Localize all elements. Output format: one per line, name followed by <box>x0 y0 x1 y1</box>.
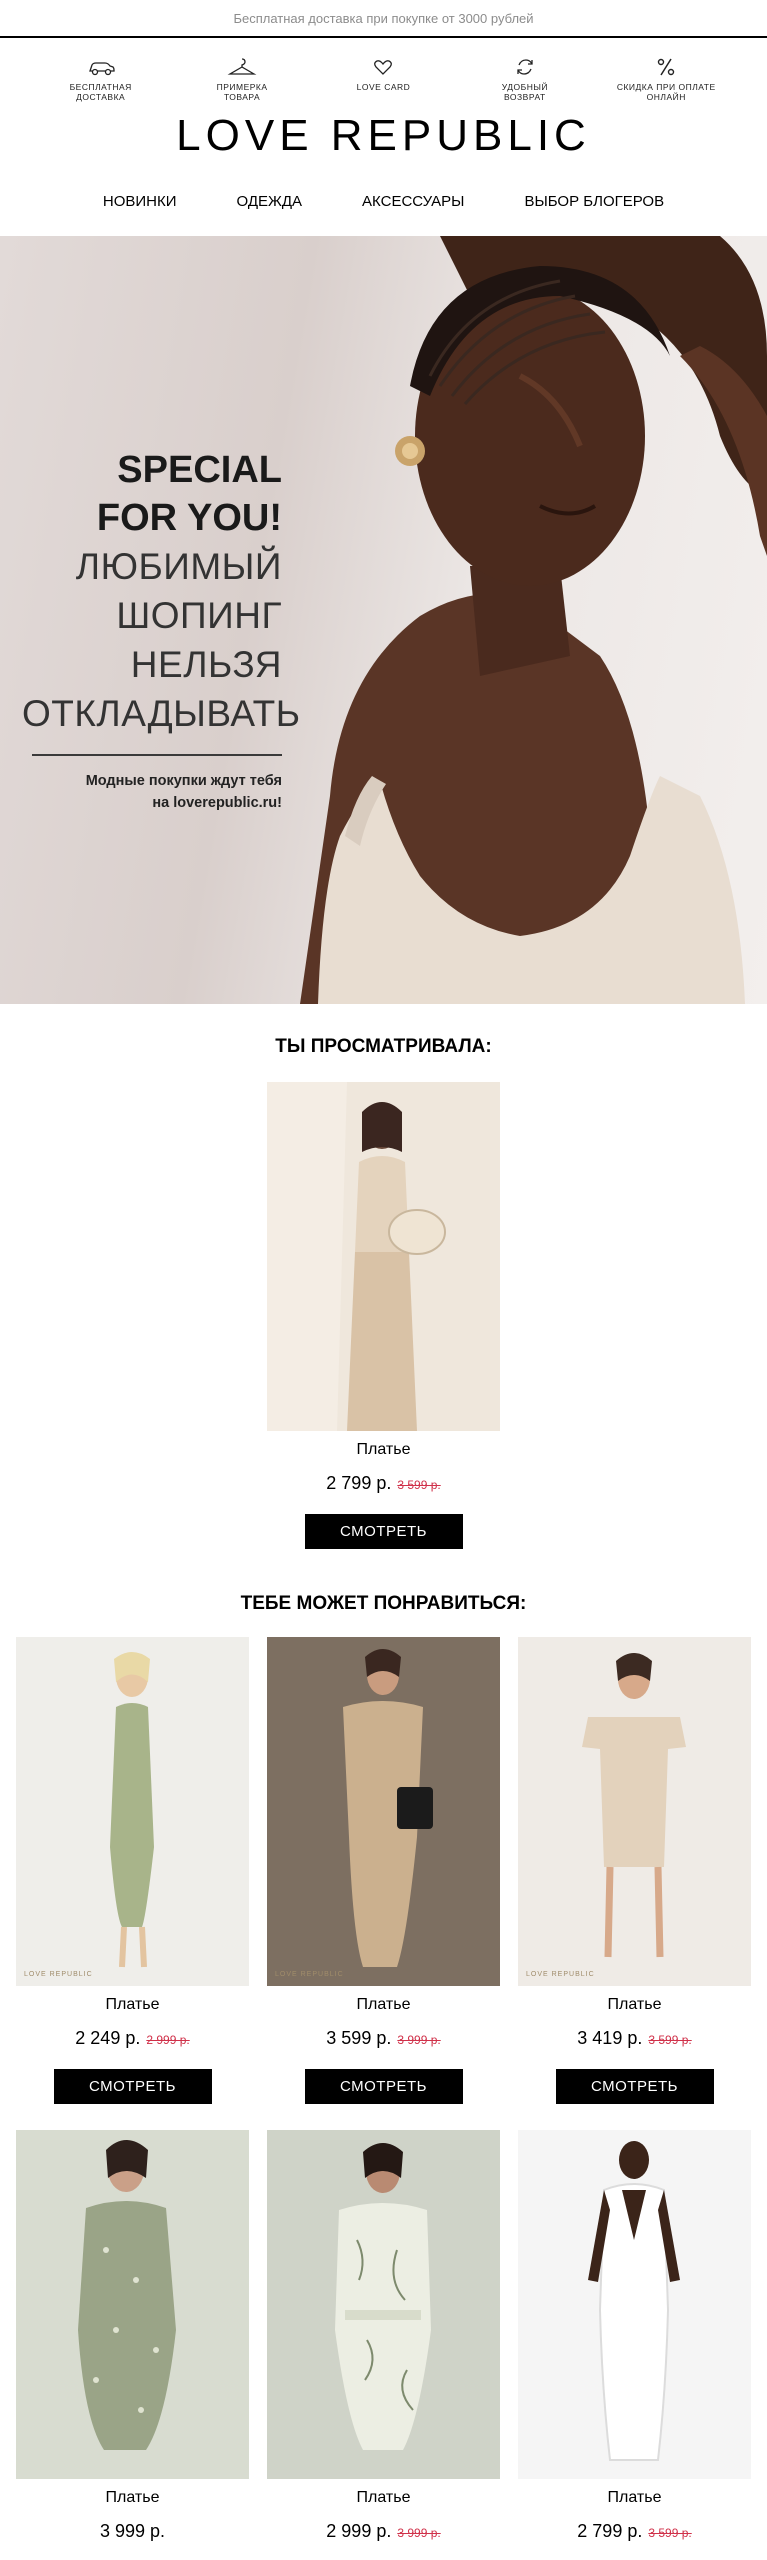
feature-label: Скидка при оплате онлайн <box>616 82 716 102</box>
product-price: 3 999 р. <box>99 2521 166 2541</box>
hero-headline-2: FOR YOU! <box>96 497 282 539</box>
product-name[interactable]: Платье <box>106 2489 160 2507</box>
product-image-figure <box>518 1637 751 1986</box>
hero-subline-1: ЛЮБИМЫЙ <box>75 546 282 587</box>
free-delivery-bar: Бесплатная доставка при покупке от 3000 … <box>0 0 767 38</box>
refresh-icon <box>517 59 533 75</box>
product-card: LOVE REPUBLIC Платье 2 249 р. 2 999 р. С… <box>16 1637 249 2104</box>
product-card: LOVE REPUBLIC Платье 3 599 р. 3 999 р. С… <box>267 1637 500 2104</box>
brand-watermark: LOVE REPUBLIC <box>24 1971 93 1978</box>
product-old-price: 3 999 р. <box>397 2526 441 2540</box>
product-name[interactable]: Платье <box>357 2489 411 2507</box>
product-image[interactable]: LOVE REPUBLIC <box>267 1637 500 1986</box>
product-prices: 2 799 р. 3 599 р. <box>326 1473 440 1494</box>
nav-item-new[interactable]: НОВИНКИ <box>103 193 177 210</box>
feature-label: Бесплатная доставка <box>69 82 132 102</box>
product-image-figure <box>267 2130 500 2479</box>
feature-try-on[interactable]: Примерка товара <box>187 56 297 102</box>
product-prices: 3 599 р. 3 999 р. <box>326 2028 440 2049</box>
features-row: Бесплатная доставка Примерка товара Love… <box>0 38 767 108</box>
product-old-price: 3 599 р. <box>648 2526 692 2540</box>
viewed-section-title: ТЫ ПРОСМАТРИВАЛА: <box>275 1036 492 1057</box>
recommended-section-title: ТЕБЕ МОЖЕТ ПОНРАВИТЬСЯ: <box>240 1593 527 1614</box>
view-button[interactable]: СМОТРЕТЬ <box>555 2069 714 2104</box>
hero-banner[interactable]: SPECIAL FOR YOU! ЛЮБИМЫЙ ШОПИНГ НЕЛЬЗЯ О… <box>0 236 767 1004</box>
hero-headline-1: SPECIAL <box>117 449 282 491</box>
product-image[interactable]: LOVE REPUBLIC <box>518 1637 751 1986</box>
feature-free-delivery[interactable]: Бесплатная доставка <box>46 56 156 102</box>
hero-note-1: Модные покупки ждут тебя <box>85 773 282 789</box>
product-prices: 2 249 р. 2 999 р. <box>75 2028 189 2049</box>
feature-label: Love card <box>356 82 411 92</box>
product-image[interactable] <box>267 2130 500 2479</box>
car-icon <box>88 62 115 76</box>
product-card: LOVE REPUBLIC Платье 3 419 р. 3 599 р. С… <box>518 1637 751 2104</box>
product-old-price: 3 599 р. <box>397 1478 441 1492</box>
product-price: 2 799 р. <box>577 2521 643 2541</box>
product-image[interactable] <box>518 2130 751 2479</box>
feature-label: Удобный возврат <box>501 82 548 102</box>
product-prices: 2 999 р. 3 999 р. <box>326 2521 440 2542</box>
product-card: Платье 2 799 р. 3 599 р. <box>518 2130 751 2542</box>
product-image[interactable] <box>267 1082 500 1431</box>
percent-icon <box>658 58 675 76</box>
nav-item-bloggers-choice[interactable]: ВЫБОР БЛОГЕРОВ <box>524 193 664 210</box>
feature-online-discount[interactable]: Скидка при оплате онлайн <box>611 56 721 102</box>
hero-subline-2: ШОПИНГ <box>116 595 282 636</box>
hero-text-block: SPECIAL FOR YOU! ЛЮБИМЫЙ ШОПИНГ НЕЛЬЗЯ О… <box>22 446 301 814</box>
product-image-figure <box>267 1082 500 1431</box>
product-prices: 2 799 р. 3 599 р. <box>577 2521 691 2542</box>
product-price: 2 999 р. <box>326 2521 392 2541</box>
product-image[interactable] <box>16 2130 249 2479</box>
hero-note-2: на loverepublic.ru! <box>152 795 282 811</box>
product-card: Платье 3 999 р. <box>16 2130 249 2542</box>
brand-logo-text: LOVE REPUBLIC <box>176 111 591 160</box>
hero-subline-3: НЕЛЬЗЯ <box>130 644 282 685</box>
feature-easy-return[interactable]: Удобный возврат <box>470 56 580 102</box>
product-name[interactable]: Платье <box>357 1441 411 1459</box>
product-price: 3 599 р. <box>326 2028 392 2048</box>
product-old-price: 3 999 р. <box>397 2033 441 2047</box>
recommended-row-2: Платье 3 999 р. Платье 2 999 р. 3 999 р. <box>0 2130 767 2542</box>
product-image-figure <box>16 1637 249 1986</box>
brand-watermark: LOVE REPUBLIC <box>275 1971 344 1978</box>
main-nav: НОВИНКИ ОДЕЖДА АКСЕССУАРЫ ВЫБОР БЛОГЕРОВ <box>0 166 767 236</box>
recommended-row-1: LOVE REPUBLIC Платье 2 249 р. 2 999 р. С… <box>0 1637 767 2104</box>
product-image-figure <box>267 1637 500 1986</box>
view-button[interactable]: СМОТРЕТЬ <box>53 2069 212 2104</box>
nav-item-clothing[interactable]: ОДЕЖДА <box>237 193 303 210</box>
hanger-icon <box>227 58 257 75</box>
product-price: 2 249 р. <box>75 2028 141 2048</box>
product-name[interactable]: Платье <box>608 1996 662 2014</box>
view-button[interactable]: СМОТРЕТЬ <box>304 2069 463 2104</box>
product-prices: 3 999 р. <box>100 2521 165 2542</box>
product-prices: 3 419 р. 3 599 р. <box>577 2028 691 2049</box>
heart-icon <box>374 60 393 75</box>
product-old-price: 2 999 р. <box>146 2033 190 2047</box>
nav-item-accessories[interactable]: АКСЕССУАРЫ <box>362 193 464 210</box>
brand-logo[interactable]: LOVE REPUBLIC <box>0 106 767 166</box>
viewed-product-card: Платье 2 799 р. 3 599 р. СМОТРЕТЬ <box>0 1082 767 1549</box>
product-card: Платье 2 999 р. 3 999 р. <box>267 2130 500 2542</box>
product-image-figure <box>518 2130 751 2479</box>
product-image[interactable]: LOVE REPUBLIC <box>16 1637 249 1986</box>
feature-label: Примерка товара <box>216 82 268 102</box>
hero-divider <box>32 754 282 756</box>
view-button[interactable]: СМОТРЕТЬ <box>304 1514 463 1549</box>
product-name[interactable]: Платье <box>357 1996 411 2014</box>
free-delivery-text: Бесплатная доставка при покупке от 3000 … <box>233 10 534 26</box>
product-price: 3 419 р. <box>577 2028 643 2048</box>
product-old-price: 3 599 р. <box>648 2033 692 2047</box>
brand-watermark: LOVE REPUBLIC <box>526 1971 595 1978</box>
product-price: 2 799 р. <box>326 1473 392 1493</box>
product-name[interactable]: Платье <box>608 2489 662 2507</box>
hero-subline-4: ОТКЛАДЫВАТЬ <box>22 693 301 734</box>
product-name[interactable]: Платье <box>106 1996 160 2014</box>
feature-love-card[interactable]: Love card <box>328 56 438 92</box>
product-image-figure <box>16 2130 249 2479</box>
